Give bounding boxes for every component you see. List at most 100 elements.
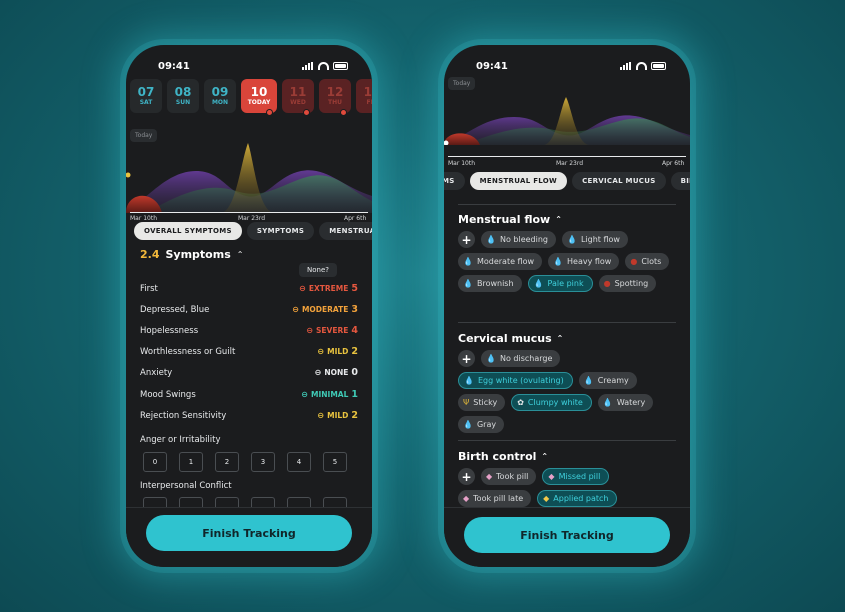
date-day: SUN [175, 98, 191, 106]
date-day: FRI [366, 98, 372, 106]
symptom-row[interactable]: First ⊖ EXTREME 5 [140, 283, 358, 294]
date-wed[interactable]: 11 WED [282, 79, 314, 116]
chevron-up-icon: ⌃ [555, 215, 562, 224]
add-icon[interactable]: + [458, 231, 475, 248]
tab-ms[interactable]: MS [444, 172, 465, 190]
option-label: Clots [641, 257, 662, 266]
date-sun[interactable]: 08 SUN [167, 79, 199, 113]
option-clots[interactable]: ● Clots [625, 253, 670, 270]
option-label: Light flow [580, 235, 620, 244]
tab-symptoms[interactable]: SYMPTOMS [246, 222, 315, 240]
option-sticky[interactable]: Ψ Sticky [458, 394, 506, 411]
option-label: No discharge [499, 354, 553, 363]
severity-badge: ⊖ MILD 2 [317, 346, 358, 357]
clumpy-icon: ✿ [517, 398, 524, 407]
date-fri[interactable]: 13FRI [356, 79, 372, 113]
option-missed-pill[interactable]: ◆ Missed pill [542, 468, 610, 485]
severity-badge: ⊖ MINIMAL 1 [301, 389, 358, 400]
add-icon[interactable]: + [458, 350, 475, 367]
none-button[interactable]: None? [299, 263, 337, 277]
scale-option-4[interactable]: 4 [287, 452, 311, 472]
symptom-row[interactable]: Depressed, Blue ⊖ MODERATE 3 [140, 304, 358, 315]
egg-drop-icon: 💧 [464, 376, 474, 385]
finish-tracking-button[interactable]: Finish Tracking [146, 515, 352, 551]
status-bar: 09:41 [126, 45, 372, 79]
severity-level: SEVERE [316, 326, 349, 335]
symptom-row[interactable]: Rejection Sensitivity ⊖ MILD 2 [140, 410, 358, 421]
date-number: 09 [211, 84, 229, 99]
option-spotting[interactable]: ● Spotting [598, 275, 657, 292]
section-title-text: Menstrual flow [458, 213, 551, 226]
tab-overall-symptoms[interactable]: OVERALL SYMPTOMS [134, 222, 242, 240]
anger-scale: 012345 [143, 452, 347, 472]
minus-circle-icon: ⊖ [317, 411, 325, 420]
pink-drop-icon: 💧 [533, 279, 544, 288]
scale-option-5[interactable]: 5 [323, 452, 347, 472]
option-egg-white-ovulating[interactable]: 💧 Egg white (ovulating) [458, 372, 573, 389]
date-thu[interactable]: 12 THU [319, 79, 351, 116]
symptom-row[interactable]: Mood Swings ⊖ MINIMAL 1 [140, 389, 358, 400]
option-took-pill-late[interactable]: ◆ Took pill late [458, 490, 532, 507]
option-label: Moderate flow [476, 257, 535, 266]
minus-circle-icon: ⊖ [314, 368, 322, 377]
battery-icon [333, 62, 348, 70]
date-today[interactable]: 10 TODAY [241, 79, 277, 116]
date-day: WED [290, 98, 306, 106]
symptom-row[interactable]: Worthlessness or Guilt ⊖ MILD 2 [140, 346, 358, 357]
symptom-row[interactable]: Hopelessness ⊖ SEVERE 4 [140, 325, 358, 336]
section-title-cervical-mucus[interactable]: Cervical mucus ⌃ [458, 332, 563, 345]
status-time: 09:41 [158, 60, 190, 72]
minus-circle-icon: ⊖ [317, 347, 325, 356]
symptoms-header[interactable]: 2.4 Symptoms ⌃ [140, 248, 243, 261]
sticky-icon: Ψ [463, 398, 470, 407]
status-time: 09:41 [476, 60, 508, 72]
chevron-up-icon: ⌃ [556, 334, 564, 343]
scale-option-3[interactable]: 3 [251, 452, 275, 472]
patch-icon: ◆ [543, 494, 550, 503]
option-applied-patch[interactable]: ◆ Applied patch [537, 490, 618, 507]
option-no-bleeding[interactable]: 💧 No bleeding [481, 231, 556, 248]
footer-bar: Finish Tracking [444, 507, 690, 567]
light-drop-icon: 💧 [566, 235, 577, 244]
option-label: Applied patch [553, 494, 609, 503]
date-strip: 07SAT08SUN09MON10TODAY11WED12THU13FRI [130, 79, 372, 116]
tab-menstrual-flow[interactable]: MENSTRUAL FLOW [319, 222, 372, 240]
add-icon[interactable]: + [458, 468, 475, 485]
section-title-birth-control[interactable]: Birth control ⌃ [458, 450, 548, 463]
date-number: 08 [174, 84, 192, 99]
section-title-menstrual-flow[interactable]: Menstrual flow ⌃ [458, 213, 562, 226]
option-clumpy-white[interactable]: ✿ Clumpy white [511, 394, 592, 411]
tab-cervical-mucus[interactable]: CERVICAL MUCUS [572, 172, 666, 190]
symptom-name: Rejection Sensitivity [140, 410, 227, 421]
late-pill-icon: ◆ [463, 494, 470, 503]
option-light-flow[interactable]: 💧 Light flow [561, 231, 628, 248]
option-watery[interactable]: 💧 Watery [597, 394, 654, 411]
finish-tracking-button[interactable]: Finish Tracking [464, 517, 670, 553]
option-pale-pink[interactable]: 💧 Pale pink [527, 275, 593, 292]
option-gray[interactable]: 💧 Gray [458, 416, 505, 433]
severity-badge: ⊖ NONE 0 [315, 367, 358, 378]
scale-option-2[interactable]: 2 [215, 452, 239, 472]
axis-mid-label: Mar 23rd [556, 160, 584, 167]
symptom-row[interactable]: Anxiety ⊖ NONE 0 [140, 367, 358, 378]
severity-badge: ⊖ MODERATE 3 [292, 304, 358, 315]
option-took-pill[interactable]: ◆ Took pill [481, 468, 537, 485]
option-no-discharge[interactable]: 💧 No discharge [481, 350, 561, 367]
date-sat[interactable]: 07 SAT [130, 79, 162, 113]
severity-level: MILD [327, 347, 349, 356]
severity-badge: ⊖ EXTREME 5 [299, 283, 358, 294]
scale-option-0[interactable]: 0 [143, 452, 167, 472]
option-moderate-flow[interactable]: 💧 Moderate flow [458, 253, 543, 270]
option-heavy-flow[interactable]: 💧 Heavy flow [548, 253, 620, 270]
scale-option-1[interactable]: 1 [179, 452, 203, 472]
date-day: TODAY [247, 98, 271, 106]
phone-left: 09:41 07SAT08SUN09MON10TODAY11WED12THU13… [126, 45, 372, 567]
status-bar: 09:41 [444, 45, 690, 79]
severity-level: MODERATE [301, 305, 349, 314]
date-mon[interactable]: 09 MON [204, 79, 236, 113]
date-number: 11 [289, 84, 307, 99]
option-creamy[interactable]: 💧 Creamy [578, 372, 637, 389]
tab-menstrual-flow[interactable]: MENSTRUAL FLOW [469, 172, 568, 190]
option-brownish[interactable]: 💧 Brownish [458, 275, 522, 292]
tab-birth[interactable]: BIRTH [670, 172, 690, 190]
